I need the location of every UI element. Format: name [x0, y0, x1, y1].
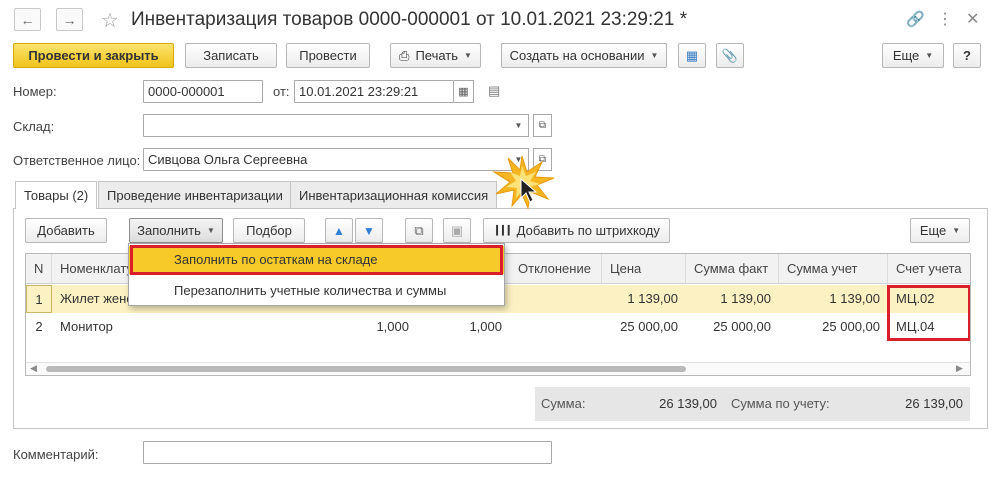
row-sum-acc[interactable]: 1 139,00 [779, 285, 888, 313]
tab-inventory-conduct[interactable]: Проведение инвентаризации [98, 181, 292, 208]
chevron-down-icon: ▼ [952, 226, 961, 235]
paste-button[interactable]: ▣ [443, 218, 471, 243]
tab-goods[interactable]: Товары (2) [15, 181, 98, 209]
number-label: Номер: [13, 84, 57, 99]
menu-highlight-frame [130, 245, 503, 275]
structure-button[interactable]: ▦ [678, 43, 706, 68]
create-based-label: Создать на основании [509, 48, 645, 63]
barcode-icon: ❙❙❙ [493, 223, 513, 238]
chevron-down-icon: ▼ [650, 51, 659, 60]
fill-label: Заполнить [137, 223, 201, 238]
row-number: 2 [35, 319, 43, 334]
comment-label: Комментарий: [13, 447, 99, 462]
column-header-sum-fact[interactable]: Сумма факт [686, 254, 779, 284]
column-header-account[interactable]: Счет учета [888, 254, 970, 284]
row-qty-acc[interactable]: 1,000 [417, 313, 510, 341]
post-and-close-button[interactable]: Провести и закрыть [13, 43, 174, 68]
barcode-label: Добавить по штрихкоду [516, 223, 660, 238]
fill-button[interactable]: Заполнить ▼ [129, 218, 223, 243]
more-vertical-icon[interactable]: ⋮ [937, 9, 953, 29]
move-down-button[interactable]: ▼ [355, 218, 383, 243]
printer-icon: ⎙ [399, 47, 410, 63]
comment-field[interactable] [143, 441, 552, 464]
column-header-deviation[interactable]: Отклонение [510, 254, 602, 284]
totals-panel: Сумма: 26 139,00 Сумма по учету: 26 139,… [535, 387, 970, 421]
scroll-left-icon[interactable]: ◀ [30, 363, 37, 374]
chevron-down-icon: ▼ [206, 226, 215, 235]
arrow-right-icon: → [62, 11, 77, 28]
arrow-down-icon: ▼ [363, 223, 375, 238]
scroll-right-icon[interactable]: ▶ [956, 363, 963, 374]
fill-dropdown-menu: Заполнить по остаткам на складе Перезапо… [128, 243, 505, 306]
column-header-sum-acc[interactable]: Сумма учет [779, 254, 888, 284]
warehouse-field[interactable] [143, 114, 510, 137]
help-button[interactable]: ? [953, 43, 981, 68]
sum-label: Сумма: [541, 396, 586, 411]
post-button[interactable]: Провести [286, 43, 370, 68]
warehouse-open-button[interactable]: ⧉ [533, 114, 552, 137]
chevron-down-icon: ▼ [925, 51, 934, 60]
column-header-price[interactable]: Цена [602, 254, 686, 284]
chevron-down-icon: ▼ [514, 121, 523, 130]
more-label: Еще [892, 48, 920, 63]
table-more-button[interactable]: Еще ▼ [910, 218, 970, 243]
date-label: от: [273, 84, 290, 99]
scrollbar-thumb[interactable] [46, 366, 686, 372]
row-nomenclature[interactable]: Монитор [52, 313, 332, 341]
date-field[interactable]: 10.01.2021 23:29:21 [294, 80, 454, 103]
chevron-down-icon: ▼ [464, 51, 472, 60]
row-price[interactable]: 1 139,00 [602, 285, 686, 313]
sum-acc-value: 26 139,00 [905, 396, 963, 411]
responsible-label: Ответственное лицо: [13, 153, 141, 168]
warehouse-label: Склад: [13, 119, 55, 134]
print-button[interactable]: ⎙ Печать ▼ [390, 43, 481, 68]
window-title: Инвентаризация товаров 0000-000001 от 10… [131, 9, 688, 30]
row-price[interactable]: 25 000,00 [602, 313, 686, 341]
calendar-button[interactable]: ▦ [454, 80, 474, 103]
favorite-star-icon[interactable]: ☆ [101, 8, 119, 33]
horizontal-scrollbar[interactable]: ◀ ▶ [26, 362, 970, 375]
close-icon[interactable]: ✕ [966, 9, 979, 29]
row-qty-fact[interactable]: 1,000 [332, 313, 417, 341]
document-list-icon[interactable]: ▤ [488, 83, 500, 99]
calendar-icon: ▦ [458, 86, 469, 98]
forward-button[interactable]: → [56, 8, 83, 31]
tab-inventory-commission[interactable]: Инвентаризационная комиссия [290, 181, 498, 208]
account-highlight-frame [887, 285, 970, 341]
back-button[interactable]: ← [14, 8, 41, 31]
row-sum-acc[interactable]: 25 000,00 [779, 313, 888, 341]
sum-value: 26 139,00 [659, 396, 717, 411]
add-by-barcode-button[interactable]: ❙❙❙ Добавить по штрихкоду [483, 218, 670, 243]
table-more-label: Еще [919, 223, 947, 238]
row-number: 1 [26, 285, 52, 313]
column-header-n[interactable]: N [26, 254, 52, 284]
mouse-cursor-icon [520, 178, 538, 203]
responsible-field[interactable]: Сивцова Ольга Сергеевна [143, 148, 510, 171]
row-sum-fact[interactable]: 1 139,00 [686, 285, 779, 313]
pick-button[interactable]: Подбор [233, 218, 305, 243]
copy-button[interactable]: ⧉ [405, 218, 433, 243]
attach-button[interactable]: 📎 [716, 43, 744, 68]
more-button[interactable]: Еще ▼ [882, 43, 944, 68]
menu-item-refill-quantities[interactable]: Перезаполнить учетные количества и суммы [129, 277, 504, 305]
create-based-on-button[interactable]: Создать на основании ▼ [501, 43, 667, 68]
print-label: Печать [415, 48, 459, 63]
warehouse-dropdown-button[interactable]: ▼ [509, 114, 529, 137]
paste-icon: ▣ [450, 222, 464, 238]
copy-icon: ⧉ [414, 222, 424, 238]
arrow-left-icon: ← [20, 11, 35, 28]
save-button[interactable]: Записать [185, 43, 277, 68]
arrow-up-icon: ▲ [333, 223, 345, 238]
add-row-button[interactable]: Добавить [25, 218, 107, 243]
number-field[interactable]: 0000-000001 [143, 80, 263, 103]
sum-acc-label: Сумма по учету: [731, 396, 830, 411]
link-icon[interactable]: 🔗 [906, 10, 925, 28]
paperclip-icon: 📎 [721, 47, 739, 63]
move-up-button[interactable]: ▲ [325, 218, 353, 243]
structure-icon: ▦ [685, 47, 699, 63]
open-window-icon: ⧉ [538, 120, 547, 131]
row-sum-fact[interactable]: 25 000,00 [686, 313, 779, 341]
